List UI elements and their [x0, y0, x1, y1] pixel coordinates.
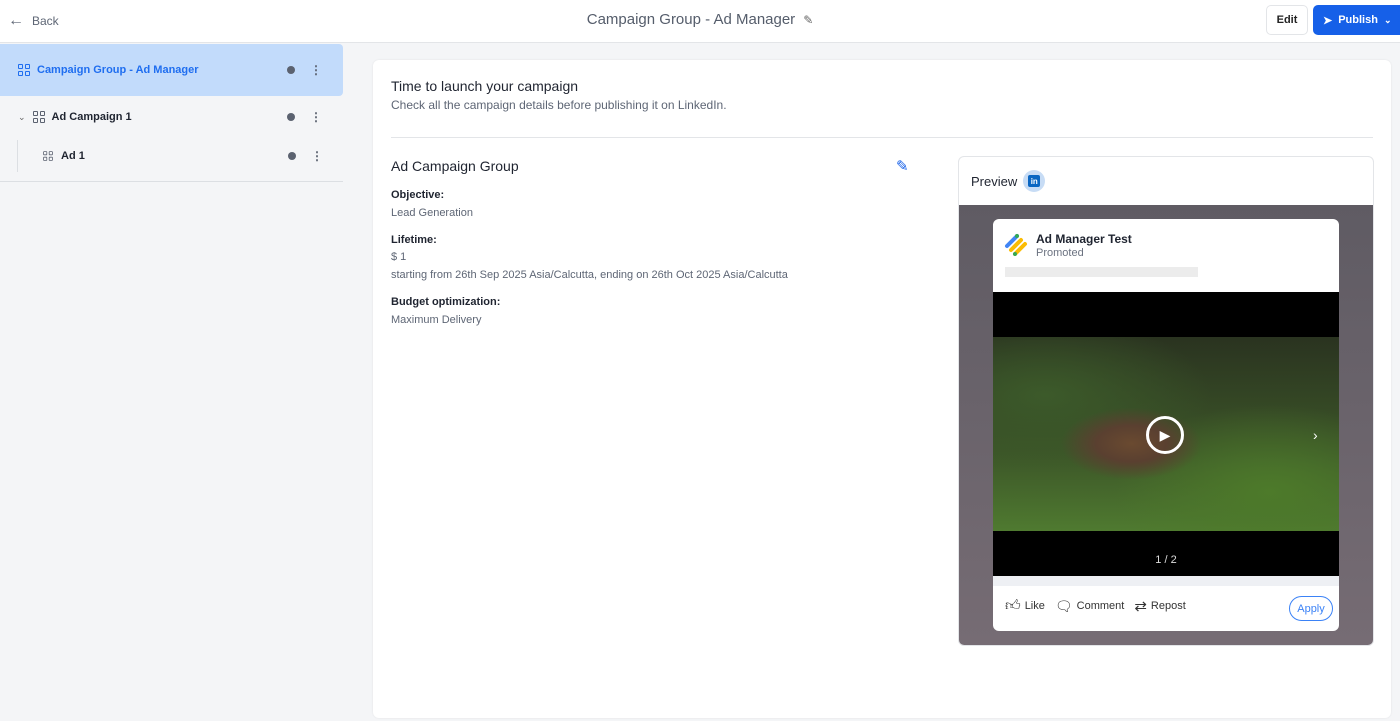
more-icon[interactable]: ⋮	[310, 63, 322, 77]
repost-icon: ⇄	[1134, 598, 1147, 615]
lifetime-label: Lifetime:	[391, 234, 437, 246]
video-player[interactable]: ▶ › 1 / 2	[993, 292, 1339, 576]
brand-logo-icon	[1005, 234, 1027, 256]
more-icon[interactable]: ⋮	[310, 110, 322, 124]
lifetime-budget: $ 1	[391, 251, 407, 263]
divider	[391, 137, 1373, 138]
like-button[interactable]: 👍︎ Like	[1005, 597, 1045, 615]
status-dot	[287, 66, 295, 74]
pencil-icon[interactable]: ✎	[803, 13, 813, 27]
chevron-right-icon[interactable]: ›	[1313, 427, 1318, 443]
chevron-down-icon[interactable]: ⌄	[1384, 15, 1392, 26]
publish-button[interactable]: ➤ Publish ⌄	[1313, 5, 1400, 35]
pencil-icon[interactable]: ✎	[896, 157, 909, 175]
budget-optimization-value: Maximum Delivery	[391, 314, 482, 326]
grid-icon	[18, 64, 30, 76]
text-placeholder	[1005, 267, 1198, 277]
title-text: Campaign Group - Ad Manager	[586, 11, 796, 28]
repost-button[interactable]: ⇄ Repost	[1134, 597, 1185, 615]
heading: Time to launch your campaign	[391, 78, 579, 94]
item-label: Campaign Group - Ad Manager	[37, 64, 199, 76]
preview-title: Preview	[971, 173, 1018, 189]
section-title: Ad Campaign Group	[391, 158, 519, 174]
play-icon[interactable]: ▶	[1146, 416, 1184, 454]
ad-preview: Preview in Ad Manager Test Promoted ▶ › …	[958, 156, 1374, 646]
chevron-down-icon[interactable]: ⌄	[18, 112, 26, 123]
objective-label: Objective:	[391, 189, 445, 201]
send-icon: ➤	[1323, 14, 1333, 27]
item-label: Ad Campaign 1	[51, 111, 132, 123]
item-label: Ad 1	[61, 150, 85, 162]
company-name: Ad Manager Test	[1036, 232, 1132, 246]
slide-counter: 1 / 2	[1155, 554, 1177, 566]
sidebar-item-ad-campaign[interactable]: ⌄ Ad Campaign 1 ⋮	[0, 100, 343, 134]
top-bar: ← Back Campaign Group - Ad Manager ✎ Edit…	[0, 0, 1400, 43]
status-dot	[287, 113, 295, 121]
edit-button[interactable]: Edit	[1266, 5, 1308, 35]
more-icon[interactable]: ⋮	[311, 149, 323, 163]
promoted-label: Promoted	[1036, 247, 1084, 259]
subheading: Check all the campaign details before pu…	[391, 98, 727, 112]
review-panel: Time to launch your campaign Check all t…	[373, 60, 1391, 718]
sidebar-item-ad[interactable]: Ad 1 ⋮	[17, 140, 343, 172]
ad-card: Ad Manager Test Promoted ▶ › 1 / 2 👍︎ Lik…	[993, 219, 1339, 631]
thumbs-up-icon: 👍︎	[1005, 597, 1021, 614]
linkedin-glyph: in	[1028, 175, 1041, 187]
budget-optimization-label: Budget optimization:	[391, 296, 501, 308]
apply-button[interactable]: Apply	[1289, 596, 1333, 621]
comment-icon: 🗨︎	[1054, 597, 1073, 614]
linkedin-icon: in	[1023, 170, 1046, 192]
grid-icon	[43, 151, 53, 161]
comment-label: Comment	[1076, 600, 1125, 612]
like-label: Like	[1024, 600, 1045, 612]
comment-button[interactable]: 🗨︎ Comment	[1055, 598, 1124, 615]
page-title: Campaign Group - Ad Manager ✎	[0, 11, 1400, 28]
objective-value: Lead Generation	[391, 207, 473, 219]
lifetime-schedule: starting from 26th Sep 2025 Asia/Calcutt…	[391, 269, 788, 281]
status-dot	[288, 152, 296, 160]
sidebar-item-campaign-group[interactable]: Campaign Group - Ad Manager ⋮	[0, 44, 343, 96]
grid-icon	[32, 111, 45, 123]
repost-label: Repost	[1150, 600, 1186, 612]
publish-label: Publish	[1338, 14, 1378, 26]
divider	[0, 181, 343, 182]
sidebar: Campaign Group - Ad Manager ⋮ ⌄ Ad Campa…	[0, 44, 343, 721]
divider	[993, 576, 1339, 586]
